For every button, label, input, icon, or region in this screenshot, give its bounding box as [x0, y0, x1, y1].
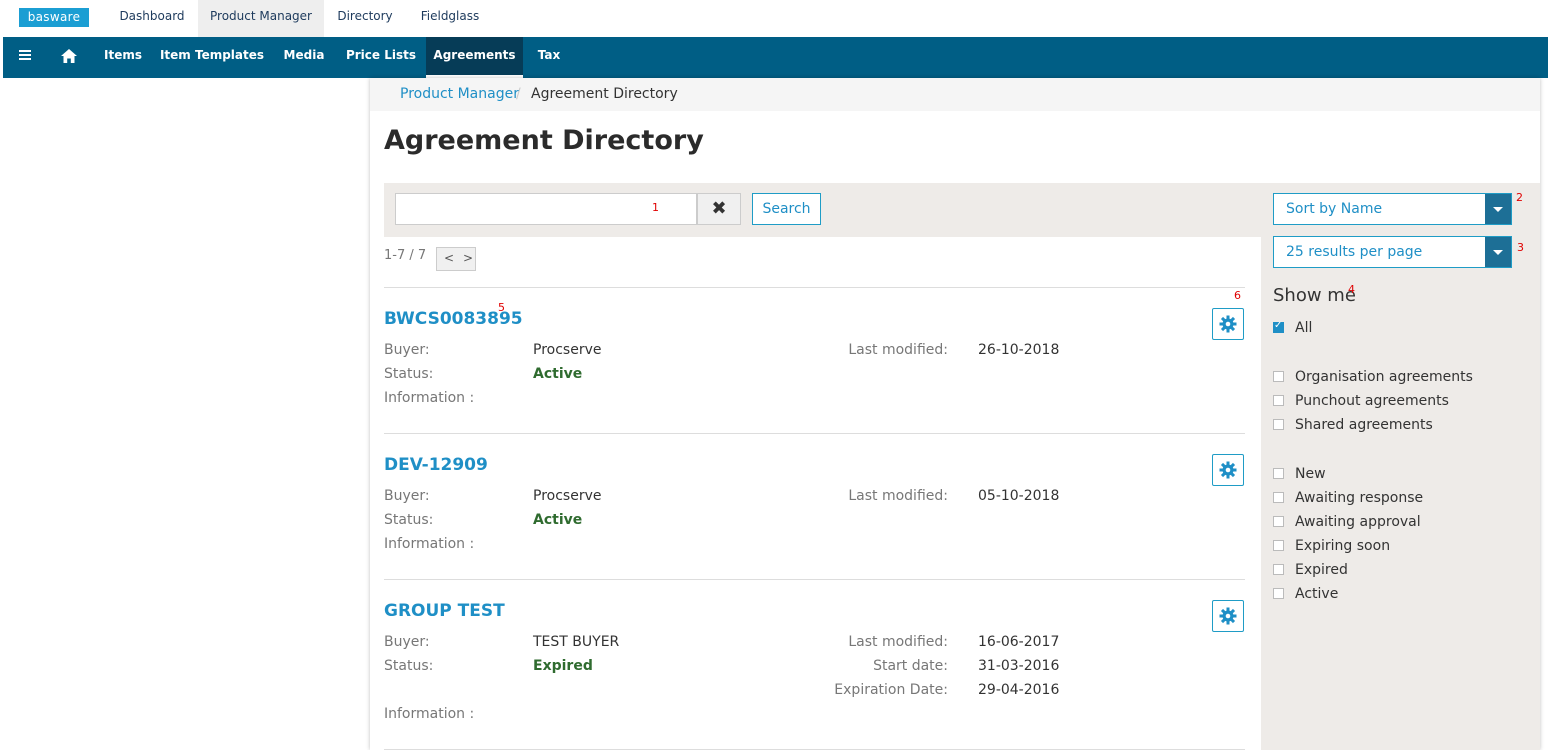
checkbox[interactable]: [1273, 468, 1284, 479]
agreement-actions-button[interactable]: [1212, 600, 1244, 632]
start-date-value: 31-03-2016: [978, 658, 1060, 674]
annotation-marker-3: 3: [1517, 241, 1524, 254]
annotation-marker-2: 2: [1516, 191, 1523, 204]
menu-icon[interactable]: [11, 37, 39, 78]
annotation-marker-4: 4: [1348, 283, 1355, 296]
divider: [384, 579, 1245, 580]
buyer-value: TEST BUYER: [533, 634, 620, 650]
filter-label: All: [1295, 320, 1313, 336]
buyer-value: Procserve: [533, 342, 602, 358]
tab-directory[interactable]: Directory: [325, 0, 405, 37]
pager-prev-button[interactable]: <: [444, 251, 454, 265]
checkbox-checked[interactable]: [1273, 320, 1284, 333]
information-label: Information :: [384, 390, 475, 406]
checkbox[interactable]: [1273, 588, 1284, 599]
last-modified-value: 26-10-2018: [978, 342, 1060, 358]
filter-label: New: [1295, 466, 1326, 482]
status-label: Status:: [384, 658, 434, 674]
sort-select-value: Sort by Name: [1286, 201, 1383, 217]
pager-next-button[interactable]: >: [463, 251, 473, 265]
gear-icon: [1219, 461, 1237, 479]
checkbox[interactable]: [1273, 540, 1284, 551]
buyer-label: Buyer:: [384, 342, 430, 358]
search-button[interactable]: Search: [752, 193, 821, 225]
home-icon[interactable]: [53, 37, 85, 78]
breadcrumb-product-manager[interactable]: Product Manager: [400, 78, 519, 111]
buyer-label: Buyer:: [384, 488, 430, 504]
information-label: Information :: [384, 706, 475, 722]
nav-item-templates[interactable]: Item Templates: [158, 37, 266, 78]
expiration-date-label: Expiration Date:: [834, 682, 948, 698]
filter-label: Organisation agreements: [1295, 369, 1473, 385]
last-modified-value: 05-10-2018: [978, 488, 1060, 504]
checkbox[interactable]: [1273, 492, 1284, 503]
status-value: Active: [533, 512, 583, 528]
nav-tax[interactable]: Tax: [529, 37, 569, 78]
tab-dashboard[interactable]: Dashboard: [107, 0, 197, 37]
annotation-marker-1: 1: [652, 201, 659, 214]
status-value: Expired: [533, 658, 593, 674]
filter-label: Awaiting approval: [1295, 514, 1421, 530]
top-bar: basware Dashboard Product Manager Direct…: [0, 0, 1548, 37]
breadcrumb-current: Agreement Directory: [531, 86, 678, 102]
last-modified-label: Last modified:: [848, 342, 948, 358]
annotation-marker-5: 5: [498, 301, 505, 314]
pager-buttons: < >: [436, 247, 476, 271]
filter-label: Expired: [1295, 562, 1348, 578]
last-modified-value: 16-06-2017: [978, 634, 1060, 650]
checkbox[interactable]: [1273, 564, 1284, 575]
filter-label: Awaiting response: [1295, 490, 1424, 506]
agreement-actions-button[interactable]: [1212, 454, 1244, 486]
checkbox[interactable]: [1273, 371, 1284, 382]
agreement-title[interactable]: DEV-12909: [384, 455, 488, 475]
chevron-down-icon: [1485, 194, 1511, 224]
show-me-title: Show me: [1273, 285, 1356, 306]
tab-fieldglass[interactable]: Fieldglass: [406, 0, 494, 37]
buyer-value: Procserve: [533, 488, 602, 504]
expiration-date-value: 29-04-2016: [978, 682, 1060, 698]
close-icon: ✖: [711, 198, 727, 219]
per-page-select[interactable]: 25 results per page: [1273, 236, 1512, 268]
content-panel: Product Manager / Agreement Directory Ag…: [370, 78, 1540, 750]
main-nav: Items Item Templates Media Price Lists A…: [3, 37, 1548, 78]
last-modified-label: Last modified:: [848, 634, 948, 650]
divider: [384, 287, 1245, 288]
breadcrumb: Product Manager / Agreement Directory: [370, 78, 1540, 111]
clear-search-button[interactable]: ✖: [697, 193, 741, 225]
gear-icon: [1219, 607, 1237, 625]
checkbox[interactable]: [1273, 419, 1284, 430]
annotation-marker-6: 6: [1234, 289, 1241, 302]
nav-items[interactable]: Items: [95, 37, 151, 78]
status-value: Active: [533, 366, 583, 382]
per-page-select-value: 25 results per page: [1286, 244, 1423, 260]
search-bar: ✖ Search 1: [384, 183, 1261, 237]
nav-price-lists[interactable]: Price Lists: [341, 37, 421, 78]
nav-agreements[interactable]: Agreements: [426, 37, 523, 78]
start-date-label: Start date:: [873, 658, 948, 674]
nav-media[interactable]: Media: [275, 37, 333, 78]
gear-icon: [1219, 315, 1237, 333]
agreement-title[interactable]: GROUP TEST: [384, 601, 505, 621]
breadcrumb-separator: /: [516, 86, 521, 102]
sort-select[interactable]: Sort by Name: [1273, 193, 1512, 225]
chevron-down-icon: [1485, 237, 1511, 267]
agreement-actions-button[interactable]: [1212, 308, 1244, 340]
checkbox[interactable]: [1273, 516, 1284, 527]
status-label: Status:: [384, 512, 434, 528]
filter-sidebar: Sort by Name 2 25 results per page 3 Sho…: [1261, 183, 1540, 750]
checkbox[interactable]: [1273, 395, 1284, 406]
filter-label: Shared agreements: [1295, 417, 1433, 433]
filter-label: Punchout agreements: [1295, 393, 1449, 409]
basware-logo[interactable]: basware: [19, 8, 89, 27]
buyer-label: Buyer:: [384, 634, 430, 650]
information-label: Information :: [384, 536, 475, 552]
tab-product-manager[interactable]: Product Manager: [198, 0, 324, 37]
status-label: Status:: [384, 366, 434, 382]
last-modified-label: Last modified:: [848, 488, 948, 504]
filter-label: Expiring soon: [1295, 538, 1391, 554]
filter-label: Active: [1295, 586, 1339, 602]
divider: [384, 433, 1245, 434]
pager-range: 1-7 / 7: [384, 248, 427, 263]
page-title: Agreement Directory: [384, 125, 704, 156]
